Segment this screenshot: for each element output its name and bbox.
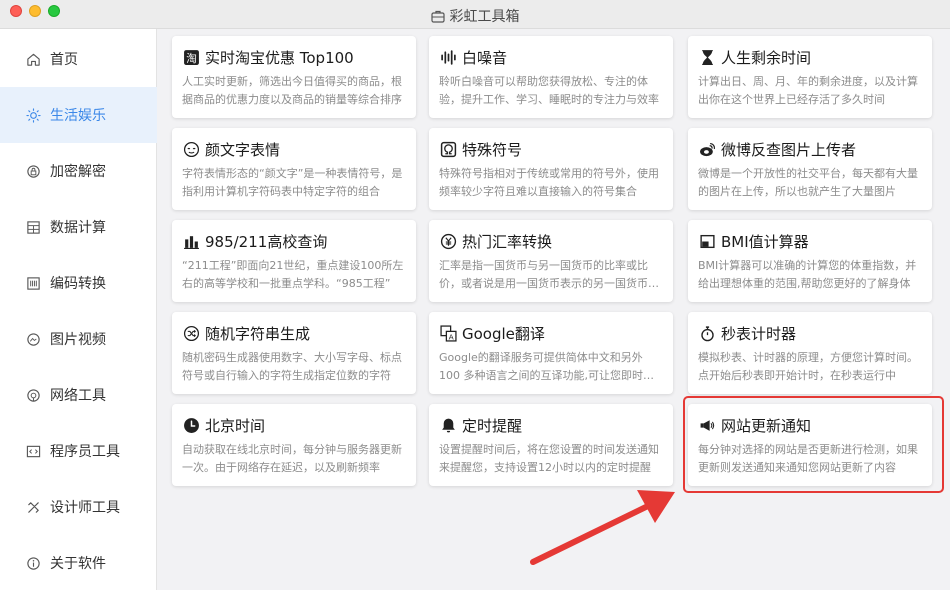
- card-title: 白噪音: [462, 48, 508, 67]
- card-description: 特殊符号指相对于传统或常用的符号外，使用频率较少字符且难以直接输入的符号集合: [439, 167, 659, 198]
- card-title: 随机字符串生成: [205, 324, 311, 343]
- network-icon: [24, 386, 42, 404]
- card-title: 定时提醒: [462, 416, 523, 435]
- omega-icon: [439, 140, 457, 158]
- tool-card-website-update-notice[interactable]: 网站更新通知 每分钟对选择的网站是否更新进行检测，如果更新则发送通知来通知您网站…: [688, 404, 932, 486]
- card-title: 热门汇率转换: [462, 232, 553, 251]
- sidebar: 首页 生活娱乐 加密解密 数据计算 编码转换 图片视频 网络工具 程序员工具 设…: [0, 29, 157, 590]
- sidebar-item-label: 程序员工具: [50, 444, 120, 460]
- university-icon: [182, 232, 200, 250]
- sidebar-item-network-tools[interactable]: 网络工具: [0, 367, 157, 423]
- svg-text:淘: 淘: [186, 51, 197, 64]
- code-icon: [24, 442, 42, 460]
- tool-card-random-string[interactable]: 随机字符串生成 随机密码生成器使用数字、大小写字母、标点符号或自行输入的字符生成…: [172, 312, 416, 394]
- taobao-icon: 淘: [182, 48, 200, 66]
- lock-icon: [24, 162, 42, 180]
- clock-icon: [182, 416, 200, 434]
- megaphone-icon: [698, 416, 716, 434]
- sidebar-item-label: 关于软件: [50, 556, 106, 572]
- sidebar-item-data-calculation[interactable]: 数据计算: [0, 199, 157, 255]
- tool-card-university-lookup[interactable]: 985/211高校查询 “211工程”即面向21世纪，重点建设100所左右的高等…: [172, 220, 416, 302]
- card-title: 人生剩余时间: [721, 48, 812, 67]
- card-description: 自动获取在线北京时间，每分钟与服务器更新一次。由于网络存在延迟，以及刷新频率: [182, 443, 402, 474]
- info-icon: [24, 554, 42, 572]
- sidebar-item-label: 加密解密: [50, 164, 106, 180]
- sidebar-item-label: 网络工具: [50, 388, 106, 404]
- calculator-icon: [24, 218, 42, 236]
- card-description: 字符表情形态的“颜文字”是一种表情符号，是指利用计算机字符码表中特定字符的组合: [182, 167, 403, 198]
- bmi-icon: [698, 232, 716, 250]
- tool-card-stopwatch[interactable]: 秒表计时器 模拟秒表、计时器的原理，方便您计算时间。点开始后秒表即开始计时，在秒…: [688, 312, 932, 394]
- image-icon: [24, 330, 42, 348]
- window-title-area: 彩虹工具箱: [0, 6, 950, 26]
- card-title: 985/211高校查询: [205, 232, 328, 251]
- title-bar: 彩虹工具箱: [0, 0, 950, 29]
- currency-icon: [439, 232, 457, 250]
- card-description: 模拟秒表、计时器的原理，方便您计算时间。点开始后秒表即开始计时，在秒表运行中: [698, 351, 918, 382]
- card-description: 计算出日、周、月、年的剩余进度，以及计算出你在这个世界上已经存活了多久时间: [698, 75, 918, 106]
- sidebar-item-image-video[interactable]: 图片视频: [0, 311, 157, 367]
- sidebar-item-label: 首页: [50, 52, 78, 68]
- hourglass-icon: [698, 48, 716, 66]
- home-icon: [24, 50, 42, 68]
- card-title: 北京时间: [205, 416, 266, 435]
- card-description: BMI计算器可以准确的计算您的体重指数，并给出理想体重的范围,帮助您更好的了解身…: [698, 259, 917, 290]
- toolbox-icon: [430, 10, 445, 23]
- card-title: 实时淘宝优惠 Top100: [205, 48, 354, 67]
- card-description: 汇率是指一国货币与另一国货币的比率或比价，或者说是用一国货币表示的另一国货币价格: [439, 259, 659, 290]
- card-description: “211工程”即面向21世纪，重点建设100所左右的高等学校和一批重点学科。“9…: [182, 259, 404, 290]
- stopwatch-icon: [698, 324, 716, 342]
- bell-icon: [439, 416, 457, 434]
- red-arrow-annotation: [530, 490, 675, 565]
- tool-card-special-symbols[interactable]: 特殊符号 特殊符号指相对于传统或常用的符号外，使用频率较少字符且难以直接输入的符…: [429, 128, 673, 210]
- card-title: 特殊符号: [462, 140, 523, 159]
- window-title: 彩虹工具箱: [449, 9, 520, 25]
- sidebar-item-label: 图片视频: [50, 332, 106, 348]
- tool-card-google-translate[interactable]: A Google翻译 Google的翻译服务可提供简体中文和另外100 多种语言…: [429, 312, 673, 394]
- card-description: 设置提醒时间后，将在您设置的时间发送通知来提醒您，支持设置12小时以内的定时提醒: [439, 443, 659, 474]
- card-description: Google的翻译服务可提供简体中文和另外100 多种语言之间的互译功能,可让您…: [439, 351, 654, 382]
- sound-wave-icon: [439, 48, 457, 66]
- card-description: 人工实时更新，筛选出今日值得买的商品，根据商品的优惠力度以及商品的销量等综合排序: [182, 75, 402, 106]
- card-title: 秒表计时器: [721, 324, 797, 343]
- sidebar-item-designer-tools[interactable]: 设计师工具: [0, 479, 157, 535]
- sidebar-item-label: 设计师工具: [50, 500, 120, 516]
- tool-card-beijing-time[interactable]: 北京时间 自动获取在线北京时间，每分钟与服务器更新一次。由于网络存在延迟，以及刷…: [172, 404, 416, 486]
- sidebar-item-label: 生活娱乐: [50, 108, 106, 124]
- sidebar-item-encoding-conversion[interactable]: 编码转换: [0, 255, 157, 311]
- translate-icon: A: [439, 324, 457, 342]
- sidebar-item-programmer-tools[interactable]: 程序员工具: [0, 423, 157, 479]
- tool-card-exchange-rate[interactable]: 热门汇率转换 汇率是指一国货币与另一国货币的比率或比价，或者说是用一国货币表示的…: [429, 220, 673, 302]
- tool-card-bmi-calculator[interactable]: BMI值计算器 BMI计算器可以准确的计算您的体重指数，并给出理想体重的范围,帮…: [688, 220, 932, 302]
- sidebar-item-label: 编码转换: [50, 276, 106, 292]
- card-description: 聆听白噪音可以帮助您获得放松、专注的体验，提升工作、学习、睡眠时的专注力与效率: [439, 75, 659, 106]
- card-title: 网站更新通知: [721, 416, 812, 435]
- card-description: 每分钟对选择的网站是否更新进行检测，如果更新则发送通知来通知您网站更新了内容: [698, 443, 918, 474]
- tool-card-life-remaining[interactable]: 人生剩余时间 计算出日、周、月、年的剩余进度，以及计算出你在这个世界上已经存活了…: [688, 36, 932, 118]
- sidebar-item-home[interactable]: 首页: [0, 31, 157, 87]
- sidebar-item-label: 数据计算: [50, 220, 106, 236]
- card-title: Google翻译: [462, 324, 545, 343]
- tool-card-timed-reminder[interactable]: 定时提醒 设置提醒时间后，将在您设置的时间发送通知来提醒您，支持设置12小时以内…: [429, 404, 673, 486]
- design-icon: [24, 498, 42, 516]
- sun-icon: [24, 106, 42, 124]
- tool-card-taobao-deals[interactable]: 淘 实时淘宝优惠 Top100 人工实时更新，筛选出今日值得买的商品，根据商品的…: [172, 36, 416, 118]
- tool-card-white-noise[interactable]: 白噪音 聆听白噪音可以帮助您获得放松、专注的体验，提升工作、学习、睡眠时的专注力…: [429, 36, 673, 118]
- weibo-icon: [698, 140, 716, 158]
- emoticon-icon: [182, 140, 200, 158]
- shuffle-icon: [182, 324, 200, 342]
- card-description: 随机密码生成器使用数字、大小写字母、标点符号或自行输入的字符生成指定位数的字符: [182, 351, 402, 382]
- sidebar-item-about[interactable]: 关于软件: [0, 535, 157, 590]
- card-title: BMI值计算器: [721, 232, 809, 251]
- sidebar-item-life-entertainment[interactable]: 生活娱乐: [0, 87, 157, 143]
- barcode-icon: [24, 274, 42, 292]
- tool-card-kaomoji[interactable]: 颜文字表情 字符表情形态的“颜文字”是一种表情符号，是指利用计算机字符码表中特定…: [172, 128, 416, 210]
- card-title: 微博反查图片上传者: [721, 140, 857, 159]
- sidebar-item-encryption[interactable]: 加密解密: [0, 143, 157, 199]
- tool-card-weibo-image-lookup[interactable]: 微博反查图片上传者 微博是一个开放性的社交平台，每天都有大量的图片在上传，所以也…: [688, 128, 932, 210]
- card-title: 颜文字表情: [205, 140, 281, 159]
- card-description: 微博是一个开放性的社交平台，每天都有大量的图片在上传，所以也就产生了大量图片: [698, 167, 918, 198]
